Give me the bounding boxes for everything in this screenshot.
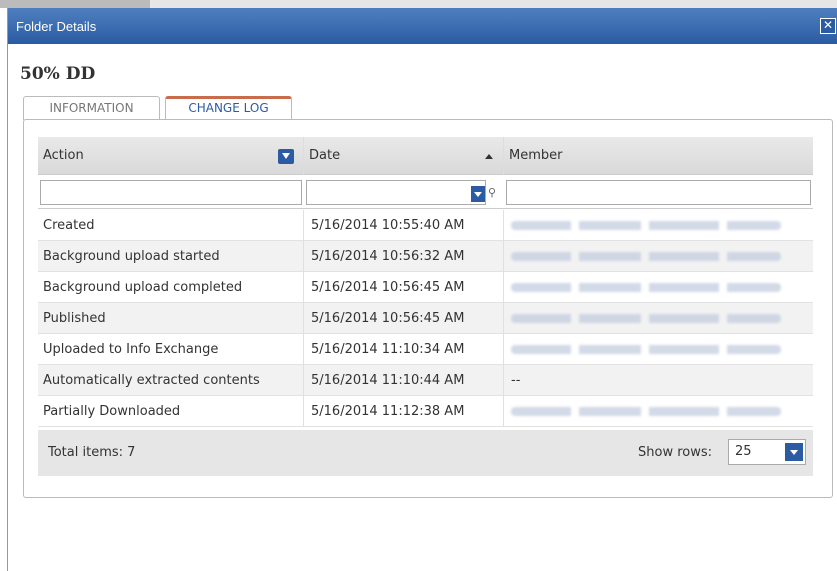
tab-change-log[interactable]: CHANGE LOG [165,96,292,120]
chevron-down-icon[interactable] [785,443,803,461]
cell-date: 5/16/2014 10:56:45 AM [303,303,503,334]
change-log-panel: Action Date Member ⚲ Created 5/16/2014 10… [23,119,833,498]
table-row[interactable]: Background upload started 5/16/2014 10:56… [38,241,813,272]
folder-details-dialog: Folder Details ✕ 50% DD INFORMATION CHAN… [7,8,837,571]
cell-action: Uploaded to Info Exchange [43,342,219,357]
cell-member [503,272,813,303]
chevron-down-icon[interactable] [278,149,294,164]
column-header-date[interactable]: Date [303,137,503,175]
filter-icon[interactable]: ⚲ [488,185,500,201]
total-items: Total items: 7 [48,445,136,460]
cell-member: -- [503,365,813,396]
cell-action: Partially Downloaded [43,404,181,419]
cell-date: 5/16/2014 11:12:38 AM [303,396,503,427]
cell-action: Published [43,311,106,326]
cell-member [503,210,813,241]
table-row[interactable]: Created 5/16/2014 10:55:40 AM [38,210,813,241]
background-strip [0,0,837,8]
table-row[interactable]: Automatically extracted contents 5/16/201… [38,365,813,396]
cell-date: 5/16/2014 10:56:45 AM [303,272,503,303]
folder-name: 50% DD [20,64,96,84]
redacted-member-name [511,252,781,261]
filter-row: ⚲ [38,175,813,209]
cell-member [503,303,813,334]
dialog-title: Folder Details [16,19,97,34]
date-filter-input[interactable] [306,180,486,205]
member-filter-input[interactable] [506,180,811,205]
redacted-member-name [511,283,781,292]
tab-information[interactable]: INFORMATION [23,96,160,120]
column-header-action[interactable]: Action [38,137,303,175]
cell-action: Background upload completed [43,280,243,295]
grid-footer: Total items: 7 Show rows: 25 [38,430,813,476]
grid-header: Action Date Member [38,137,813,175]
close-icon[interactable]: ✕ [820,18,836,34]
redacted-member-name [511,345,781,354]
sort-ascending-icon [485,154,493,159]
table-row[interactable]: Background upload completed 5/16/2014 10:… [38,272,813,303]
show-rows-label: Show rows: [638,445,713,460]
cell-date: 5/16/2014 10:55:40 AM [303,210,503,241]
cell-action: Automatically extracted contents [43,373,260,388]
cell-member [503,334,813,365]
show-rows-select[interactable]: 25 [728,439,806,465]
table-row[interactable]: Uploaded to Info Exchange 5/16/2014 11:10… [38,334,813,365]
cell-member [503,241,813,272]
redacted-member-name [511,314,781,323]
cell-date: 5/16/2014 11:10:34 AM [303,334,503,365]
dialog-titlebar: Folder Details ✕ [8,8,837,44]
cell-action: Created [43,218,95,233]
redacted-member-name [511,407,781,416]
cell-action: Background upload started [43,249,220,264]
show-rows-value: 25 [735,444,752,459]
table-row[interactable]: Published 5/16/2014 10:56:45 AM [38,303,813,334]
cell-member [503,396,813,427]
redacted-member-name [511,221,781,230]
table-row[interactable]: Partially Downloaded 5/16/2014 11:12:38 A… [38,396,813,427]
cell-date: 5/16/2014 11:10:44 AM [303,365,503,396]
column-header-member[interactable]: Member [503,137,813,175]
background-stub [0,0,150,8]
chevron-down-icon[interactable] [471,186,485,202]
action-filter-input[interactable] [40,180,302,205]
cell-date: 5/16/2014 10:56:32 AM [303,241,503,272]
